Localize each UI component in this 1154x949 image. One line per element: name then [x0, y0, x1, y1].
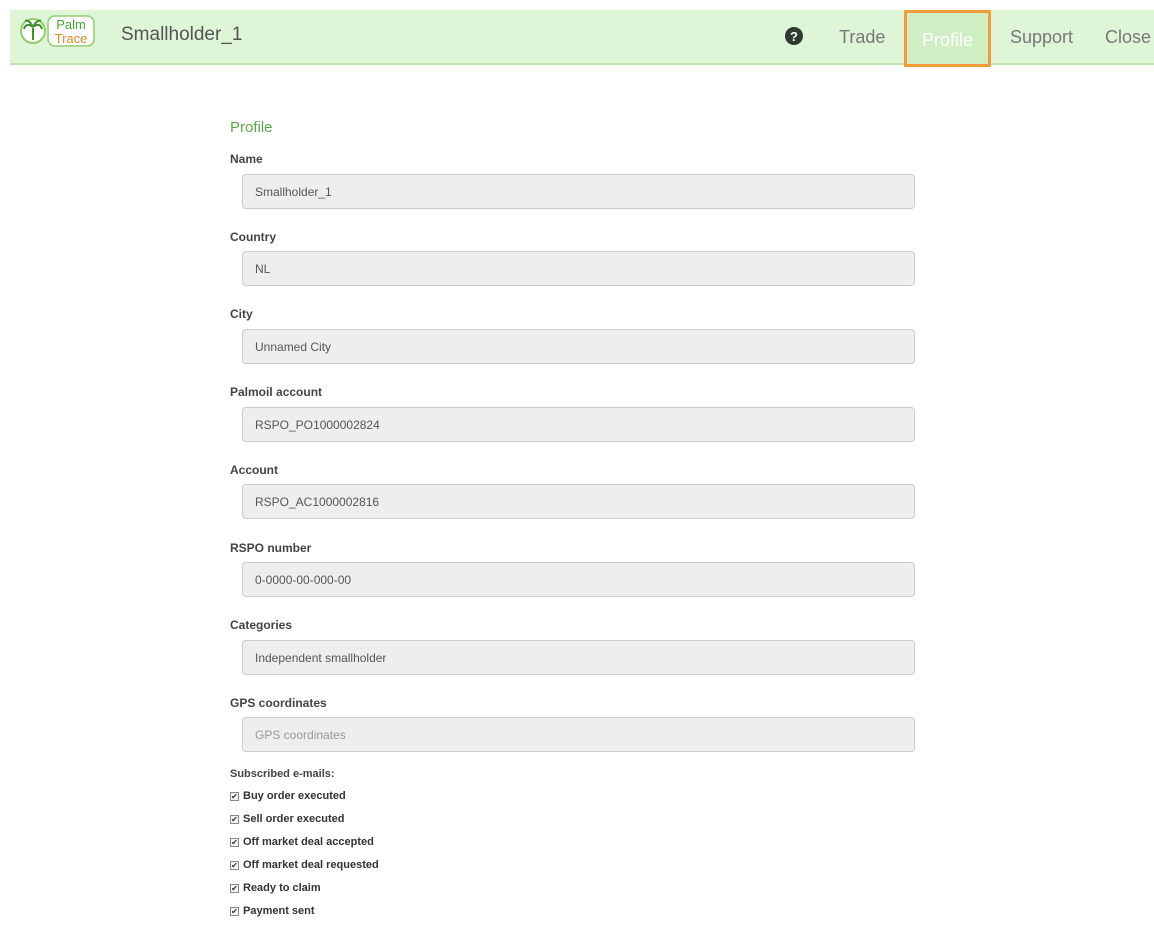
city-field[interactable] [242, 329, 915, 364]
top-navbar: Palm Trace Smallholder_1 ? Trade Profile… [10, 10, 1154, 67]
nav-profile[interactable]: Profile [904, 10, 991, 67]
rspo-number-field[interactable] [242, 562, 915, 597]
subscription-label: Sell order executed [243, 813, 345, 825]
name-label: Name [230, 152, 263, 166]
logo-text-top: Palm [56, 17, 86, 32]
checkbox-checked-icon[interactable]: ✔ [230, 860, 239, 870]
subscription-label: Payment sent [243, 905, 315, 917]
subscription-ready-to-claim[interactable]: ✔ Ready to claim [230, 882, 321, 894]
subscription-label: Buy order executed [243, 790, 346, 802]
gps-coordinates-field[interactable] [242, 717, 915, 752]
palmoil-account-label: Palmoil account [230, 385, 323, 399]
city-label: City [230, 307, 253, 321]
country-label: Country [230, 230, 276, 244]
brand-name[interactable]: Smallholder_1 [121, 24, 242, 46]
palmoil-account-field[interactable] [242, 407, 915, 442]
name-field[interactable] [242, 174, 915, 209]
country-field[interactable] [242, 251, 915, 286]
nav-support[interactable]: Support [1010, 24, 1073, 50]
subscribed-emails-label: Subscribed e-mails: [230, 768, 335, 780]
subscription-payment-sent[interactable]: ✔ Payment sent [230, 905, 315, 917]
subscription-buy-order-executed[interactable]: ✔ Buy order executed [230, 790, 346, 802]
checkbox-checked-icon[interactable]: ✔ [230, 837, 239, 847]
gps-coordinates-label: GPS coordinates [230, 696, 327, 710]
checkbox-checked-icon[interactable]: ✔ [230, 906, 239, 916]
account-field[interactable] [242, 484, 915, 519]
subscription-label: Off market deal requested [243, 859, 379, 871]
question-circle-icon[interactable]: ? [784, 26, 804, 46]
rspo-number-label: RSPO number [230, 541, 312, 555]
categories-field[interactable] [242, 640, 915, 675]
nav-trade[interactable]: Trade [839, 24, 885, 50]
checkbox-checked-icon[interactable]: ✔ [230, 814, 239, 824]
account-label: Account [230, 463, 278, 477]
checkbox-checked-icon[interactable]: ✔ [230, 883, 239, 893]
checkbox-checked-icon[interactable]: ✔ [230, 791, 239, 801]
palmtrace-logo[interactable]: Palm Trace [20, 14, 96, 48]
subscription-off-market-deal-accepted[interactable]: ✔ Off market deal accepted [230, 836, 374, 848]
subscription-label: Ready to claim [243, 882, 321, 894]
nav-close[interactable]: Close [1105, 24, 1151, 50]
subscription-off-market-deal-requested[interactable]: ✔ Off market deal requested [230, 859, 379, 871]
subscription-label: Off market deal accepted [243, 836, 374, 848]
categories-label: Categories [230, 618, 293, 632]
page-title: Profile [230, 119, 273, 136]
subscription-sell-order-executed[interactable]: ✔ Sell order executed [230, 813, 345, 825]
svg-text:?: ? [790, 29, 798, 44]
logo-text-bottom: Trace [55, 31, 88, 46]
